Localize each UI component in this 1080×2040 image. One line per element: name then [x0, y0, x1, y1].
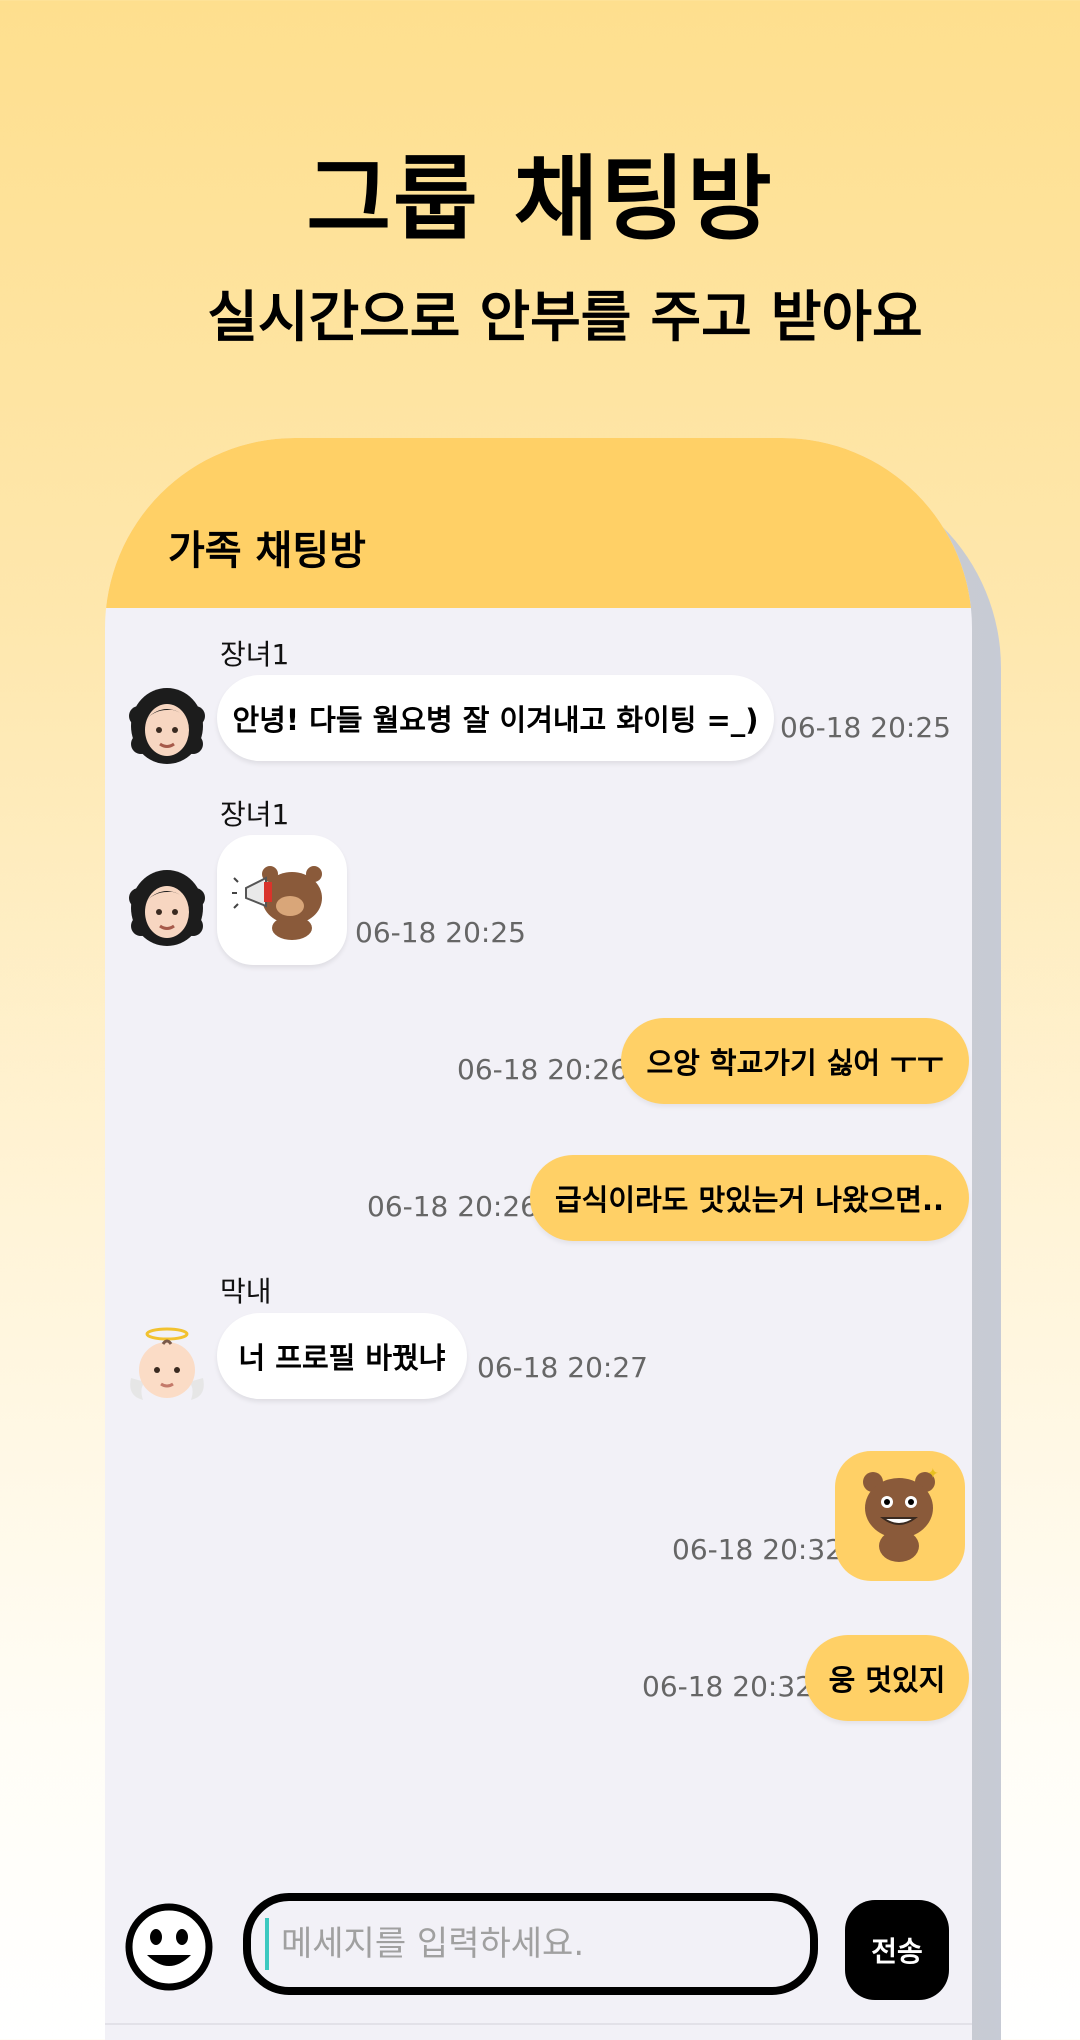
- sender-name: 장녀1: [220, 798, 290, 831]
- bear-megaphone-sticker[interactable]: [217, 835, 347, 965]
- message-bubble[interactable]: 웅 멋있지: [805, 1635, 969, 1721]
- message-bubble[interactable]: 으앙 학교가기 싫어 ㅜㅜ: [621, 1018, 969, 1104]
- bear-megaphone-icon: [232, 866, 322, 940]
- message-time: 06-18 20:26: [367, 1190, 538, 1223]
- message-bubble[interactable]: 너 프로필 바꿨냐: [217, 1313, 467, 1399]
- message-time: 06-18 20:25: [355, 916, 526, 949]
- sender-name: 막내: [220, 1275, 272, 1308]
- promo-subtitle: 실시간으로 안부를 주고 받아요: [207, 285, 923, 349]
- room-title: 가족 채팅방: [168, 528, 366, 574]
- smiley-icon[interactable]: [125, 1903, 213, 1991]
- message-time: 06-18 20:26: [457, 1053, 628, 1086]
- text-cursor: [265, 1918, 269, 1970]
- sender-name: 장녀1: [220, 638, 290, 671]
- bear-grin-sticker[interactable]: ✦: [835, 1451, 965, 1581]
- message-input[interactable]: [243, 1893, 818, 1995]
- promo-title: 그룹 채팅방: [306, 146, 774, 253]
- woman-avatar-icon[interactable]: [127, 868, 207, 948]
- send-button[interactable]: 전송: [845, 1900, 949, 2000]
- message-bubble[interactable]: 안녕! 다들 월요병 잘 이겨내고 화이팅 =_): [217, 675, 774, 761]
- message-time: 06-18 20:27: [477, 1351, 648, 1384]
- baby-angel-avatar-icon[interactable]: [127, 1326, 207, 1406]
- chat-screen: 가족 채팅방 장녀1 안녕! 다들 월요병 잘 이겨내고 화이팅 =_) 06-…: [105, 438, 972, 2040]
- bear-grin-icon: ✦: [863, 1466, 939, 1562]
- message-time: 06-18 20:32: [672, 1533, 843, 1566]
- divider: [105, 2023, 972, 2025]
- message-bubble[interactable]: 급식이라도 맛있는거 나왔으면..: [530, 1155, 969, 1241]
- message-time: 06-18 20:25: [780, 711, 951, 744]
- svg-text:✦: ✦: [927, 1466, 939, 1482]
- woman-avatar-icon[interactable]: [127, 686, 207, 766]
- chat-header: 가족 채팅방: [105, 438, 972, 608]
- message-time: 06-18 20:32: [642, 1670, 813, 1703]
